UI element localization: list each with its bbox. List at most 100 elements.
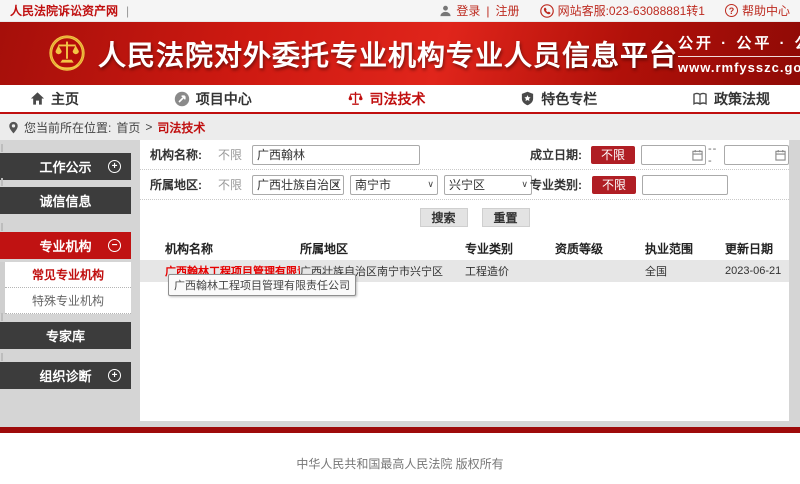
scales-icon [347,90,364,107]
date-range-separator: --- [708,143,722,167]
sidebar-subitem-common-orgs[interactable]: 常见专业机构 [5,262,131,288]
nav-item-policy[interactable]: 政策法规 [692,89,770,109]
chevron-down-icon: ∨ [427,179,434,190]
col-header-grade: 资质等级 [555,240,630,257]
nav-item-featured-column[interactable]: 特色专栏 [520,89,597,109]
footer: 中华人民共和国最高人民法院 版权所有 [0,433,800,484]
circle-minus-icon: − [108,239,121,252]
site-url: www.rmfysszc.gov.cn [678,60,800,75]
org-name-input[interactable] [252,145,420,165]
col-header-updated: 更新日期 [725,240,789,257]
court-emblem-logo [46,33,88,75]
form-row-name-date: 机构名称: 不限 成立日期: 不限 --- [140,140,789,170]
sidebar: 工作公示 + 诚信信息 专业机构 − 常见专业机构 特殊专业机构 专家库 组织诊… [0,153,131,389]
city-select[interactable]: 南宁市 ∨ [350,175,438,195]
date-end-input[interactable] [724,145,789,165]
district-select[interactable]: 兴宁区 ∨ [444,175,532,195]
breadcrumb-current: 司法技术 [157,119,205,136]
search-button[interactable]: 搜索 [420,208,468,227]
hotline-text: 网站客服:023-63088881转1 [558,2,705,19]
login-register-pipe: | [486,4,489,18]
sidebar-label-integrity-info: 诚信信息 [39,191,91,210]
province-select[interactable]: 广西壮族自治区 ∨ [252,175,344,195]
user-icon [439,4,452,17]
sidebar-submenu: 常见专业机构 特殊专业机构 [0,262,131,314]
register-link[interactable]: 注册 [496,2,520,19]
region-unlimited-option[interactable]: 不限 [218,176,252,193]
founding-date-label: 成立日期: [530,146,587,163]
sidebar-item-org-diagnosis[interactable]: 组织诊断 + [0,362,131,389]
category-input[interactable] [642,175,728,195]
breadcrumb-home[interactable]: 首页 [116,119,140,136]
chevron-down-icon: ∨ [521,179,528,190]
help-link[interactable]: 帮助中心 [742,2,790,19]
login-group[interactable]: 登录 | 注册 [439,2,519,19]
main-nav: 主页 项目中心 司法技术 特色专栏 政策法规 [0,85,800,114]
sidebar-sublabel-common-orgs: 常见专业机构 [32,266,104,283]
sidebar-item-expert-library[interactable]: 专家库 [0,322,131,349]
breadcrumb: 您当前所在位置: 首页 > 司法技术 [0,114,800,140]
search-button-row: 搜索 重置 [140,204,789,230]
sidebar-label-work-publicity: 工作公示 [39,157,91,176]
sidebar-label-professional-orgs: 专业机构 [39,236,91,255]
cell-category: 工程造价 [465,263,555,279]
calendar-icon [692,149,703,161]
sidebar-item-professional-orgs[interactable]: 专业机构 − [0,232,131,259]
col-header-region: 所属地区 [300,240,465,257]
col-header-category: 专业类别 [465,240,555,257]
help-question-icon: ? [725,4,738,17]
hotline-group: 网站客服:023-63088881转1 [540,2,705,19]
location-pin-icon [8,121,19,134]
nav-item-project-center[interactable]: 项目中心 [174,89,252,109]
date-unlimited-button[interactable]: 不限 [591,146,634,164]
top-utility-bar: 人民法院诉讼资产网 | 登录 | 注册 网站客服:023-63088881转1 … [0,0,800,22]
copyright-text: 中华人民共和国最高人民法院 版权所有 [296,455,503,484]
district-value: 兴宁区 [449,176,485,193]
nav-label-home: 主页 [51,89,79,109]
nav-item-home[interactable]: 主页 [30,89,79,109]
content-panel: 机构名称: 不限 成立日期: 不限 --- 所属地区: 不限 广西壮族自治区 ∨ [140,140,789,421]
cell-scope: 全国 [630,263,725,279]
slogan-text: 公开 · 公平 · 公正 [678,32,800,57]
col-header-name: 机构名称 [140,240,300,257]
home-icon [30,91,45,106]
circle-plus-icon: + [108,369,121,382]
category-label: 专业类别: [530,176,588,193]
main-area: 工作公示 + 诚信信息 专业机构 − 常见专业机构 特殊专业机构 专家库 组织诊… [0,140,800,427]
site-banner: 人民法院对外委托专业机构专业人员信息平台 公开 · 公平 · 公正 www.rm… [0,22,800,85]
platform-title: 人民法院对外委托专业机构专业人员信息平台 [98,34,678,74]
breadcrumb-prefix: 您当前所在位置: [24,119,111,136]
org-name-tooltip: 广西翰林工程项目管理有限责任公司 [168,274,356,296]
date-start-input[interactable] [641,145,706,165]
project-center-icon [174,91,190,107]
table-header-row: 机构名称 所属地区 专业类别 资质等级 执业范围 更新日期 [140,236,789,260]
nav-label-judicial-tech: 司法技术 [370,89,426,109]
reset-button[interactable]: 重置 [482,208,530,227]
nav-label-featured-column: 特色专栏 [541,89,597,109]
sidebar-item-integrity-info[interactable]: 诚信信息 [0,187,131,214]
region-label: 所属地区: [150,176,218,193]
form-row-region-category: 所属地区: 不限 广西壮族自治区 ∨ 南宁市 ∨ 兴宁区 ∨ 专业类别: 不限 [140,170,789,200]
col-header-scope: 执业范围 [630,240,725,257]
sidebar-subitem-special-orgs[interactable]: 特殊专业机构 [5,288,131,314]
sidebar-item-work-publicity[interactable]: 工作公示 + [0,153,131,180]
nav-label-project-center: 项目中心 [196,89,252,109]
topbar-divider: | [126,4,129,18]
login-link[interactable]: 登录 [456,2,480,19]
sidebar-sublabel-special-orgs: 特殊专业机构 [32,292,104,309]
help-group[interactable]: ? 帮助中心 [725,2,790,19]
sidebar-label-expert-library: 专家库 [46,326,85,345]
city-value: 南宁市 [355,176,391,193]
cell-updated: 2023-06-21 [725,265,789,277]
org-name-label: 机构名称: [150,146,218,163]
calendar-icon [775,149,786,161]
policy-book-icon [692,91,708,107]
nav-label-policy: 政策法规 [714,89,770,109]
sidebar-label-org-diagnosis: 组织诊断 [39,366,91,385]
category-unlimited-button[interactable]: 不限 [592,176,636,194]
org-name-unlimited-option[interactable]: 不限 [218,146,252,163]
nav-item-judicial-tech[interactable]: 司法技术 [347,89,426,109]
circle-plus-icon: + [108,160,121,173]
badge-star-icon [520,91,535,106]
asset-site-link[interactable]: 人民法院诉讼资产网 [10,2,118,19]
